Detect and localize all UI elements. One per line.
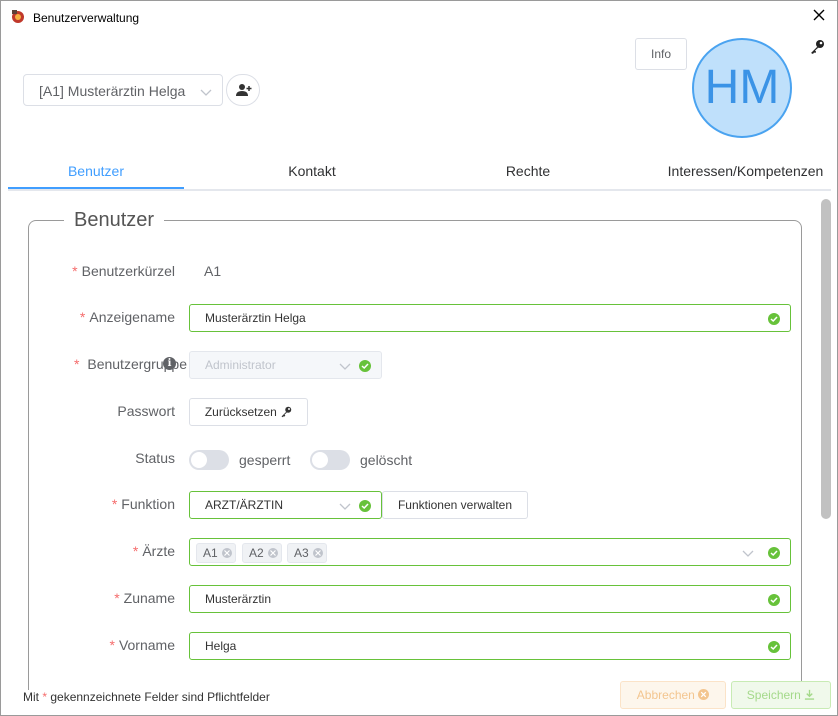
tab-active-indicator: [8, 187, 184, 189]
avatar: HM: [692, 38, 792, 138]
switch-knob: [191, 452, 207, 468]
required-star: *: [72, 263, 78, 279]
geloescht-label: gelöscht: [360, 452, 413, 468]
funktion-select[interactable]: ARZT/ÄRZTIN: [189, 491, 382, 519]
scrollbar-thumb[interactable]: [821, 199, 831, 519]
required-star: *: [109, 637, 115, 653]
vorname-value: Helga: [205, 639, 237, 653]
gesperrt-label: gesperrt: [239, 452, 291, 468]
tab-bar: Benutzer Kontakt Rechte Interessen/Kompe…: [8, 153, 831, 191]
check-icon: [359, 360, 371, 372]
cancel-button[interactable]: Abbrechen: [620, 681, 726, 709]
check-icon: [768, 547, 780, 559]
download-icon: [805, 689, 815, 700]
chevron-down-icon: [339, 359, 351, 371]
zuname-label: * Zuname: [114, 590, 175, 606]
tag-a3: A3: [287, 543, 327, 563]
tag-a2: A2: [242, 543, 282, 563]
anzeigename-value: Musterärztin Helga: [205, 311, 306, 325]
tab-benutzer[interactable]: Benutzer: [8, 153, 184, 191]
section-legend: Benutzer: [64, 209, 165, 232]
benutzergruppe-value: Administrator: [205, 358, 276, 372]
vorname-input[interactable]: Helga: [189, 632, 791, 660]
aerzte-label: * Ärzte: [132, 543, 175, 559]
anzeigename-input[interactable]: Musterärztin Helga: [189, 304, 791, 332]
info-icon[interactable]: i: [163, 357, 176, 370]
funktion-value: ARZT/ÄRZTIN: [205, 498, 283, 512]
tag-close-icon[interactable]: [312, 548, 323, 558]
key-icon: [281, 406, 292, 418]
geloescht-switch[interactable]: [310, 450, 350, 470]
aerzte-multiselect[interactable]: A1 A2 A3: [189, 538, 791, 566]
user-management-window: Benutzerverwaltung [A1] Musterärztin Hel…: [0, 0, 838, 716]
funktion-label: * Funktion: [111, 496, 175, 512]
window-title: Benutzerverwaltung: [33, 11, 140, 25]
chevron-down-icon: [339, 499, 351, 511]
benutzerkuerzel-value: A1: [204, 263, 222, 279]
chevron-down-icon: [742, 546, 754, 558]
benutzerkuerzel-label: * Benutzerkürzel: [72, 263, 175, 279]
app-icon: [10, 9, 26, 25]
required-fields-note: Mit * gekennzeichnete Felder sind Pflich…: [23, 690, 270, 704]
tab-interessen[interactable]: Interessen/Kompetenzen: [662, 153, 829, 191]
add-user-button[interactable]: [226, 74, 260, 106]
manage-functions-button[interactable]: Funktionen verwalten: [382, 491, 528, 519]
key-icon[interactable]: [809, 39, 825, 55]
switch-knob: [312, 452, 328, 468]
reset-password-button[interactable]: Zurücksetzen: [189, 398, 308, 426]
close-button[interactable]: [809, 7, 829, 27]
tab-kontakt[interactable]: Kontakt: [234, 153, 390, 191]
zuname-value: Musterärztin: [205, 592, 272, 606]
status-label: Status: [135, 450, 175, 466]
required-star: *: [114, 590, 120, 606]
close-icon: [813, 9, 825, 21]
tab-rechte[interactable]: Rechte: [451, 153, 605, 191]
tag-close-icon[interactable]: [221, 548, 232, 558]
required-star: *: [79, 309, 86, 325]
passwort-label: Passwort: [117, 403, 175, 419]
zuname-input[interactable]: Musterärztin: [189, 585, 791, 613]
vorname-label: * Vorname: [109, 637, 176, 653]
tag-a1: A1: [196, 543, 236, 563]
title-bar: Benutzerverwaltung: [1, 1, 837, 33]
anzeigename-label: * Anzeigename: [79, 309, 175, 325]
info-button[interactable]: Info: [635, 38, 687, 70]
add-user-icon: [236, 84, 252, 96]
benutzergruppe-select: Administrator: [189, 351, 382, 379]
cancel-icon: [698, 689, 710, 700]
check-icon: [768, 641, 780, 653]
required-star: *: [132, 543, 139, 559]
chevron-down-icon: [200, 85, 212, 97]
check-icon: [768, 594, 780, 606]
required-star: *: [74, 356, 80, 372]
gesperrt-switch[interactable]: [189, 450, 229, 470]
user-select[interactable]: [A1] Musterärztin Helga: [23, 74, 223, 106]
user-select-value: [A1] Musterärztin Helga: [39, 83, 186, 99]
tag-close-icon[interactable]: [267, 548, 278, 558]
check-icon: [768, 313, 780, 325]
save-button[interactable]: Speichern: [731, 681, 831, 709]
required-star: *: [111, 496, 118, 512]
check-icon: [359, 500, 371, 512]
